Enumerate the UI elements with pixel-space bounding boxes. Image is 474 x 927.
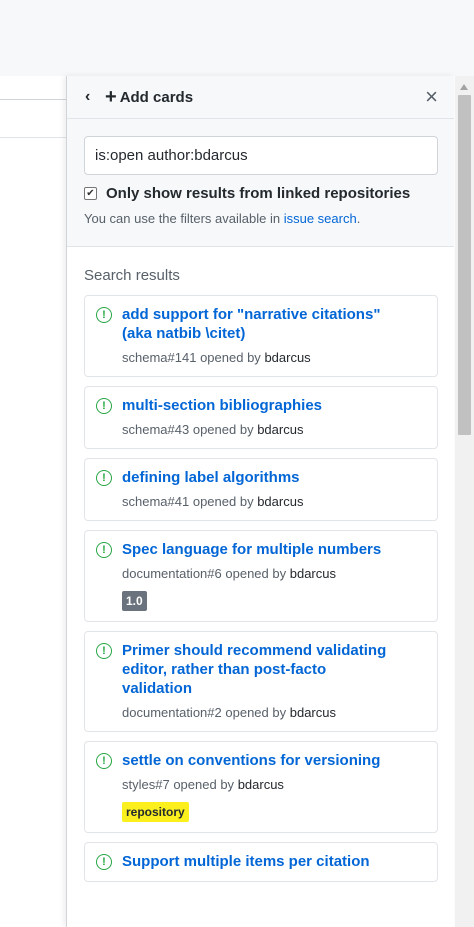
plus-icon: + <box>105 86 117 108</box>
issue-card[interactable]: ! settle on conventions for versioning sty… <box>84 741 438 833</box>
issue-title[interactable]: Spec language for multiple numbers <box>122 540 392 559</box>
issue-ref: styles#7 <box>122 777 170 792</box>
opened-by-text: opened by <box>200 350 261 365</box>
issue-meta: documentation#6 opened by bdarcus <box>122 566 427 582</box>
add-cards-panel: ‹ + Add cards × ✔ Only show results from… <box>66 76 454 927</box>
issue-opened-icon: ! <box>96 470 112 486</box>
filter-section: ✔ Only show results from linked reposito… <box>67 119 454 247</box>
issue-author[interactable]: bdarcus <box>257 422 303 437</box>
issue-title[interactable]: Support multiple items per citation <box>122 852 392 871</box>
issue-card[interactable]: ! defining label algorithms schema#41 open… <box>84 458 438 521</box>
results-list: ! add support for "narrative citations" (… <box>84 295 438 882</box>
issue-meta: schema#41 opened by bdarcus <box>122 494 427 510</box>
issue-label[interactable]: 1.0 <box>122 591 147 611</box>
issue-title[interactable]: multi-section bibliographies <box>122 396 392 415</box>
issue-search-link[interactable]: issue search <box>284 211 357 226</box>
issue-meta: schema#141 opened by bdarcus <box>122 350 427 366</box>
background-divider <box>0 99 66 100</box>
opened-by-text: opened by <box>192 494 254 509</box>
issue-ref: schema#41 <box>122 494 190 509</box>
issue-card[interactable]: ! add support for "narrative citations" (… <box>84 295 438 377</box>
panel-header: ‹ + Add cards × <box>67 76 454 119</box>
issue-ref: documentation#2 <box>122 705 222 720</box>
linked-repos-option: ✔ Only show results from linked reposito… <box>84 185 437 202</box>
search-input[interactable] <box>84 136 438 175</box>
linked-repos-checkbox[interactable]: ✔ <box>84 187 97 200</box>
issue-opened-icon: ! <box>96 854 112 870</box>
top-bar <box>0 0 474 76</box>
search-results: Search results ! add support for "narrati… <box>67 247 454 882</box>
checkbox-label[interactable]: Only show results from linked repositori… <box>106 185 410 202</box>
issue-title[interactable]: Primer should recommend validating edito… <box>122 641 392 698</box>
issue-meta: documentation#2 opened by bdarcus <box>122 705 427 721</box>
opened-by-text: opened by <box>225 705 287 720</box>
scrollbar[interactable] <box>455 76 474 927</box>
issue-author[interactable]: bdarcus <box>290 566 336 581</box>
issue-author[interactable]: bdarcus <box>238 777 284 792</box>
close-icon[interactable]: × <box>425 86 438 108</box>
issue-card[interactable]: ! Spec language for multiple numbers docum… <box>84 530 438 622</box>
scrollbar-thumb[interactable] <box>458 95 471 435</box>
issue-author[interactable]: bdarcus <box>257 494 303 509</box>
opened-by-text: opened by <box>192 422 254 437</box>
issue-label[interactable]: repository <box>122 802 189 822</box>
issue-title[interactable]: add support for "narrative citations" (a… <box>122 305 392 343</box>
issue-opened-icon: ! <box>96 398 112 414</box>
chevron-left-icon[interactable]: ‹ <box>85 88 105 106</box>
issue-card[interactable]: ! Support multiple items per citation <box>84 842 438 882</box>
panel-title: Add cards <box>119 88 194 106</box>
opened-by-text: opened by <box>173 777 235 792</box>
issue-opened-icon: ! <box>96 643 112 659</box>
opened-by-text: opened by <box>225 566 287 581</box>
issue-opened-icon: ! <box>96 307 112 323</box>
issue-title[interactable]: settle on conventions for versioning <box>122 751 392 770</box>
issue-card[interactable]: ! multi-section bibliographies schema#43 o… <box>84 386 438 449</box>
results-heading: Search results <box>84 267 180 284</box>
issue-meta: styles#7 opened by bdarcus <box>122 777 427 793</box>
issue-author[interactable]: bdarcus <box>264 350 310 365</box>
issue-meta: schema#43 opened by bdarcus <box>122 422 427 438</box>
background-divider <box>0 137 66 138</box>
issue-title[interactable]: defining label algorithms <box>122 468 392 487</box>
issue-ref: schema#141 <box>122 350 197 365</box>
issue-opened-icon: ! <box>96 753 112 769</box>
issue-ref: schema#43 <box>122 422 190 437</box>
issue-author[interactable]: bdarcus <box>290 705 336 720</box>
issue-ref: documentation#6 <box>122 566 222 581</box>
issue-card[interactable]: ! Primer should recommend validating edit… <box>84 631 438 732</box>
filter-hint: You can use the filters available in iss… <box>84 211 361 226</box>
issue-opened-icon: ! <box>96 542 112 558</box>
scroll-up-arrow-icon[interactable] <box>460 84 468 90</box>
